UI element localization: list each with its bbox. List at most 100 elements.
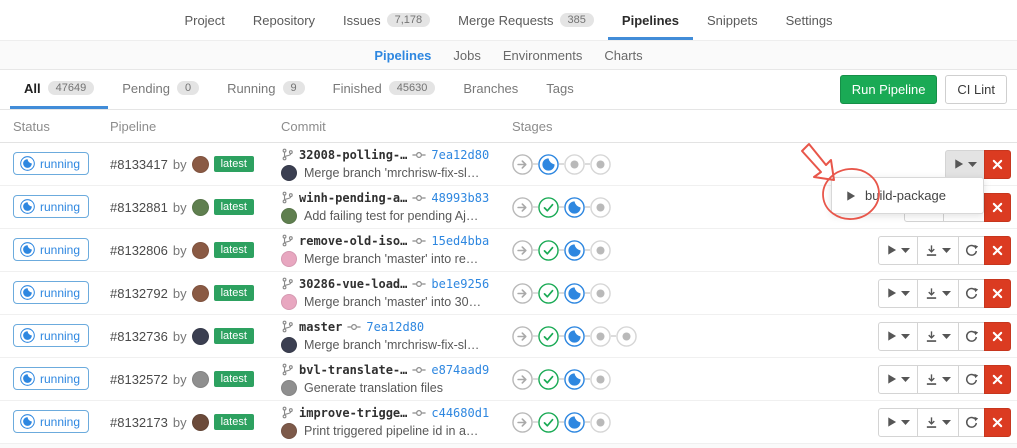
stage-icon-skipped[interactable] (512, 412, 533, 433)
stage-icon-success[interactable] (538, 197, 559, 218)
stage-icon-success[interactable] (538, 326, 559, 347)
nav-item-settings[interactable]: Settings (772, 0, 847, 40)
cancel-pipeline-button[interactable] (984, 279, 1011, 308)
user-avatar[interactable] (192, 371, 209, 388)
artifacts-dropdown-button[interactable] (917, 322, 959, 351)
pipeline-status-badge[interactable]: running (13, 367, 89, 390)
pipeline-id-link[interactable]: #8132173 (110, 415, 168, 430)
pipeline-id-link[interactable]: #8133417 (110, 157, 168, 172)
subnav-item-jobs[interactable]: Jobs (442, 48, 491, 63)
tab-all[interactable]: All47649 (10, 70, 108, 109)
stage-icon-running[interactable] (564, 369, 585, 390)
subnav-item-charts[interactable]: Charts (593, 48, 653, 63)
run-pipeline-button[interactable]: Run Pipeline (840, 75, 938, 104)
nav-item-issues[interactable]: Issues7,178 (329, 0, 444, 40)
tab-running[interactable]: Running9 (213, 70, 319, 109)
branch-link[interactable]: remove-old-iso… (299, 234, 407, 248)
nav-item-repository[interactable]: Repository (239, 0, 329, 40)
commit-message-link[interactable]: Print triggered pipeline id in a… (304, 424, 478, 438)
pipeline-status-badge[interactable]: running (13, 281, 89, 304)
pipeline-status-badge[interactable]: running (13, 238, 89, 261)
pipeline-id-link[interactable]: #8132572 (110, 372, 168, 387)
play-dropdown-button[interactable] (945, 150, 985, 179)
play-dropdown-button[interactable] (878, 322, 918, 351)
pipeline-id-link[interactable]: #8132792 (110, 286, 168, 301)
stage-icon-skipped[interactable] (512, 326, 533, 347)
stage-icon-running[interactable] (564, 240, 585, 261)
pipeline-id-link[interactable]: #8132736 (110, 329, 168, 344)
tab-finished[interactable]: Finished45630 (319, 70, 450, 109)
nav-item-merge-requests[interactable]: Merge Requests385 (444, 0, 608, 40)
cancel-pipeline-button[interactable] (984, 236, 1011, 265)
stage-icon-created[interactable] (564, 154, 585, 175)
tab-branches[interactable]: Branches (449, 70, 532, 109)
artifacts-dropdown-button[interactable] (917, 408, 959, 437)
tab-tags[interactable]: Tags (532, 70, 587, 109)
stage-icon-running[interactable] (564, 197, 585, 218)
pipeline-status-badge[interactable]: running (13, 152, 89, 175)
commit-message-link[interactable]: Merge branch 'master' into re… (304, 252, 478, 266)
commit-sha-link[interactable]: e874aad9 (431, 363, 489, 377)
stage-icon-skipped[interactable] (512, 369, 533, 390)
user-avatar[interactable] (192, 285, 209, 302)
cancel-pipeline-button[interactable] (984, 193, 1011, 222)
commit-author-avatar[interactable] (281, 294, 297, 310)
commit-author-avatar[interactable] (281, 380, 297, 396)
retry-pipeline-button[interactable] (958, 322, 985, 351)
branch-link[interactable]: improve-trigge… (299, 406, 407, 420)
dropdown-item-build-package[interactable]: build-package (832, 182, 983, 209)
commit-sha-link[interactable]: be1e9256 (431, 277, 489, 291)
user-avatar[interactable] (192, 242, 209, 259)
branch-link[interactable]: winh-pending-a… (299, 191, 407, 205)
commit-message-link[interactable]: Merge branch 'mrchrisw-fix-sl… (304, 338, 479, 352)
subnav-item-environments[interactable]: Environments (492, 48, 593, 63)
commit-author-avatar[interactable] (281, 251, 297, 267)
branch-link[interactable]: 30286-vue-load… (299, 277, 407, 291)
nav-item-pipelines[interactable]: Pipelines (608, 0, 693, 40)
ci-lint-button[interactable]: CI Lint (945, 75, 1007, 104)
commit-author-avatar[interactable] (281, 165, 297, 181)
cancel-pipeline-button[interactable] (984, 408, 1011, 437)
cancel-pipeline-button[interactable] (984, 322, 1011, 351)
commit-sha-link[interactable]: 7ea12d80 (366, 320, 424, 334)
retry-pipeline-button[interactable] (958, 236, 985, 265)
subnav-item-pipelines[interactable]: Pipelines (363, 48, 442, 63)
nav-item-project[interactable]: Project (170, 0, 238, 40)
pipeline-id-link[interactable]: #8132806 (110, 243, 168, 258)
play-dropdown-button[interactable] (878, 279, 918, 308)
commit-message-link[interactable]: Merge branch 'master' into 30… (304, 295, 481, 309)
commit-sha-link[interactable]: 48993b83 (431, 191, 489, 205)
stage-icon-created[interactable] (590, 412, 611, 433)
stage-icon-skipped[interactable] (512, 240, 533, 261)
user-avatar[interactable] (192, 199, 209, 216)
tab-pending[interactable]: Pending0 (108, 70, 213, 109)
stage-icon-running[interactable] (564, 412, 585, 433)
stage-icon-created[interactable] (590, 154, 611, 175)
user-avatar[interactable] (192, 328, 209, 345)
play-dropdown-button[interactable] (878, 408, 918, 437)
commit-author-avatar[interactable] (281, 423, 297, 439)
branch-link[interactable]: 32008-polling-… (299, 148, 407, 162)
branch-link[interactable]: bvl-translate-… (299, 363, 407, 377)
stage-icon-success[interactable] (538, 240, 559, 261)
pipeline-id-link[interactable]: #8132881 (110, 200, 168, 215)
stage-icon-created[interactable] (590, 283, 611, 304)
artifacts-dropdown-button[interactable] (917, 279, 959, 308)
pipeline-status-badge[interactable]: running (13, 195, 89, 218)
nav-item-snippets[interactable]: Snippets (693, 0, 772, 40)
stage-icon-running[interactable] (564, 326, 585, 347)
play-dropdown-button[interactable] (878, 236, 918, 265)
stage-icon-success[interactable] (538, 412, 559, 433)
stage-icon-created[interactable] (616, 326, 637, 347)
commit-author-avatar[interactable] (281, 208, 297, 224)
commit-message-link[interactable]: Merge branch 'mrchrisw-fix-sl… (304, 166, 479, 180)
stage-icon-skipped[interactable] (512, 197, 533, 218)
stage-icon-skipped[interactable] (512, 154, 533, 175)
stage-icon-running[interactable] (538, 154, 559, 175)
stage-icon-created[interactable] (590, 326, 611, 347)
play-dropdown-button[interactable] (878, 365, 918, 394)
cancel-pipeline-button[interactable] (984, 150, 1011, 179)
branch-link[interactable]: master (299, 320, 342, 334)
stage-icon-created[interactable] (590, 369, 611, 390)
commit-author-avatar[interactable] (281, 337, 297, 353)
